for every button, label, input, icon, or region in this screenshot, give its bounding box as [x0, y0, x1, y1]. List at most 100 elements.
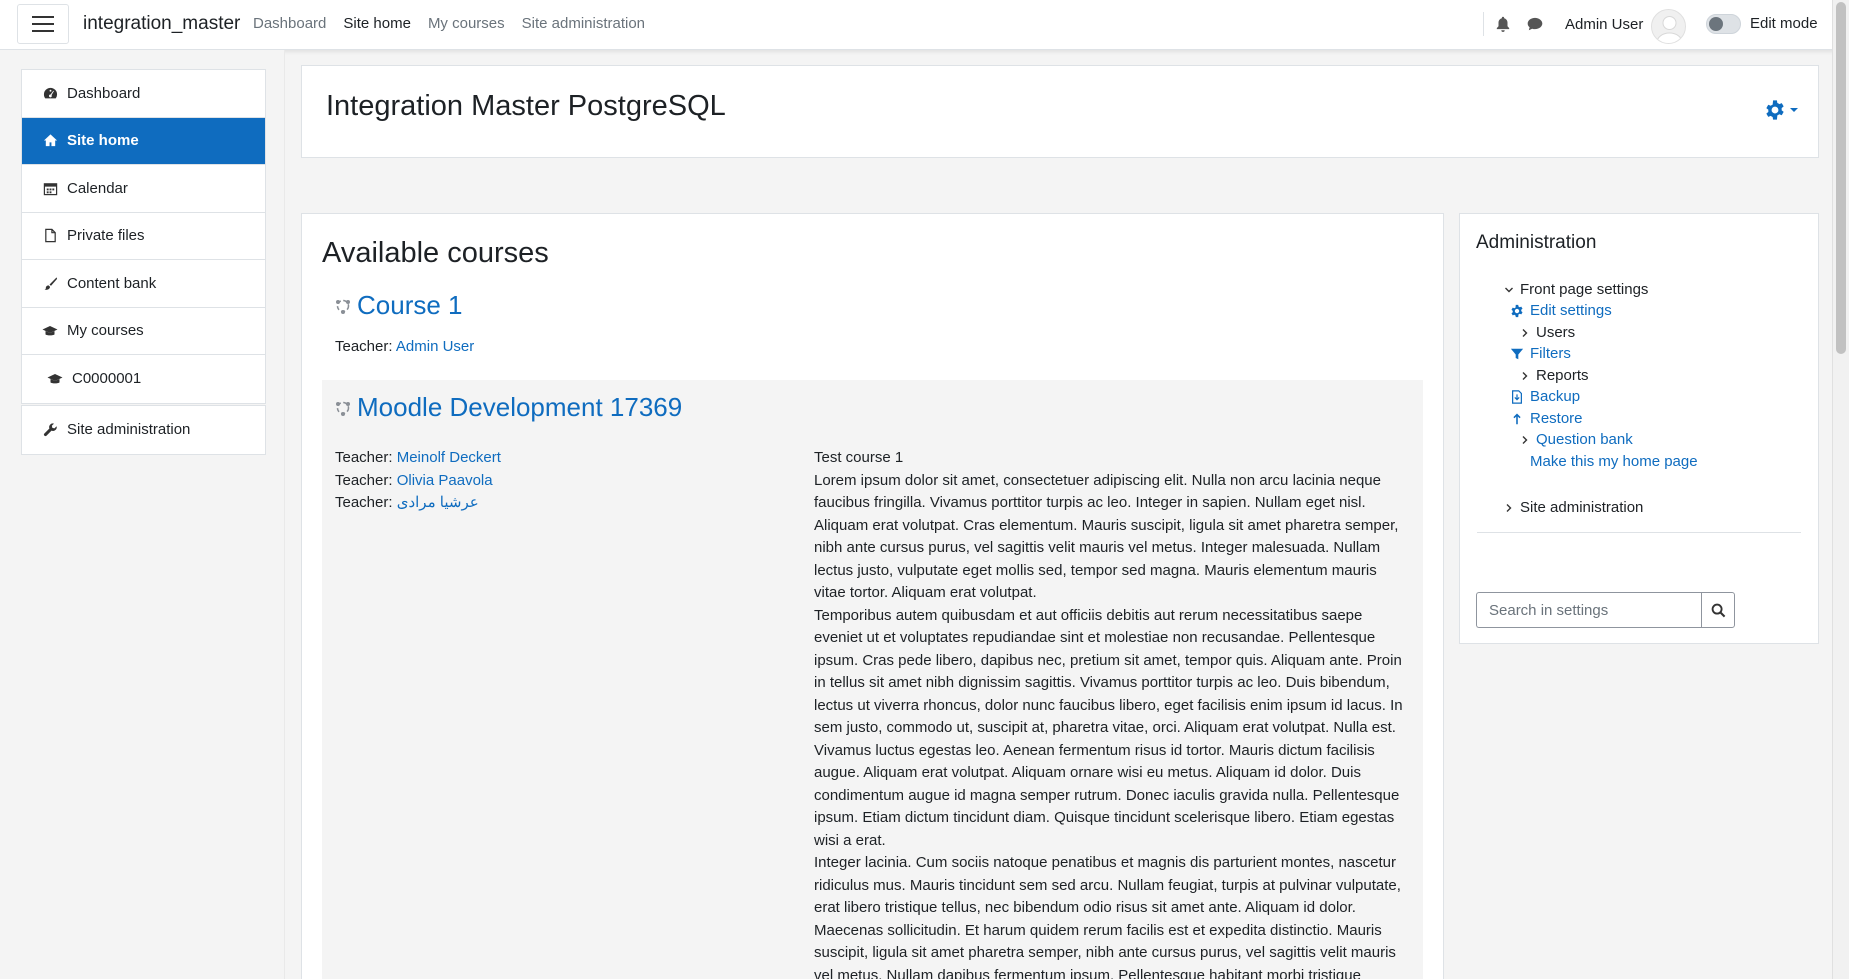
nav-dashboard[interactable]: Dashboard	[253, 15, 326, 32]
file-icon	[42, 228, 58, 244]
settings-search-button[interactable]	[1701, 592, 1735, 628]
restore-icon	[1513, 413, 1521, 424]
caret-down-icon	[1790, 108, 1798, 112]
page-header: Integration Master PostgreSQL	[301, 65, 1819, 158]
teacher-link[interactable]: Meinolf Deckert	[397, 449, 501, 466]
drawer-item-label: Site home	[67, 132, 139, 150]
page-scrollbar[interactable]	[1832, 0, 1849, 979]
home-icon	[42, 133, 58, 149]
drawer-item-dashboard[interactable]: Dashboard	[22, 70, 265, 118]
drawer-item-calendar[interactable]: Calendar	[22, 165, 265, 213]
search-icon	[1711, 603, 1725, 617]
top-navbar: integration_master Dashboard Site home M…	[0, 0, 1849, 50]
navbar-divider	[1483, 12, 1484, 36]
tree-item-label: Backup	[1530, 388, 1581, 405]
nav-site-home[interactable]: Site home	[343, 15, 411, 32]
drawer-item-label: Site administration	[67, 421, 191, 439]
page-settings-menu[interactable]	[1764, 99, 1798, 121]
available-courses-section: Available courses Course 1 Teacher: Admi…	[301, 213, 1444, 979]
hamburger-menu-button[interactable]	[17, 4, 69, 44]
avatar-silhouette-icon	[1655, 16, 1684, 43]
settings-search	[1476, 592, 1735, 628]
tree-item-site-administration[interactable]: Site administration	[1504, 499, 1643, 516]
notification-bell-icon[interactable]	[1494, 15, 1512, 33]
course-box: Moodle Development 17369 Teacher: Meinol…	[322, 380, 1423, 979]
tree-item-filters[interactable]: Filters	[1510, 345, 1571, 362]
nav-my-courses[interactable]: My courses	[428, 15, 505, 32]
summary-paragraph: Integer lacinia. Cum sociis natoque pena…	[814, 854, 1401, 979]
teacher-line: Teacher: عرشیا مرادی	[335, 492, 501, 515]
user-name[interactable]: Admin User	[1565, 16, 1643, 33]
backup-icon	[1512, 389, 1522, 404]
tree-item-question-bank[interactable]: Question bank	[1520, 431, 1633, 448]
scrollbar-thumb[interactable]	[1836, 2, 1846, 354]
chevron-down-icon	[1505, 287, 1513, 292]
drawer-item-site-administration[interactable]: Site administration	[22, 406, 265, 454]
teacher-label: Teacher:	[335, 494, 393, 511]
teacher-label: Teacher:	[335, 449, 393, 466]
tree-item-front-page-settings[interactable]: Front page settings	[1504, 281, 1648, 298]
tree-item-label: Restore	[1530, 410, 1583, 427]
drawer-item-my-courses[interactable]: My courses	[22, 308, 265, 355]
tree-item-label: Reports	[1536, 367, 1589, 384]
tree-item-label: Users	[1536, 324, 1576, 341]
chevron-right-icon	[1506, 503, 1512, 512]
summary-paragraph: Lorem ipsum dolor sit amet, consectetuer…	[814, 471, 1399, 602]
admin-divider	[1477, 532, 1801, 533]
user-avatar[interactable]	[1651, 9, 1686, 44]
gear-icon	[1766, 100, 1784, 120]
tree-item-label: Filters	[1530, 345, 1571, 362]
edit-mode-toggle[interactable]	[1706, 14, 1741, 34]
course-link[interactable]: Moodle Development 17369	[357, 392, 682, 423]
filter-icon	[1510, 348, 1524, 359]
drawer-item-course-c0000001[interactable]: C0000001	[22, 355, 265, 403]
course-icon	[336, 299, 350, 314]
wrench-icon	[42, 422, 58, 438]
course-title-row: Course 1	[322, 290, 1423, 321]
administration-block-title: Administration	[1476, 232, 1597, 253]
navigation-drawer: Dashboard Site home Calendar Private fil…	[0, 50, 285, 979]
teacher-line: Teacher: Olivia Paavola	[335, 470, 501, 493]
drawer-item-site-home[interactable]: Site home	[22, 117, 265, 165]
drawer-nav-list: Dashboard Site home Calendar Private fil…	[21, 69, 266, 404]
drawer-item-content-bank[interactable]: Content bank	[22, 260, 265, 308]
page-title: Integration Master PostgreSQL	[326, 90, 726, 122]
teacher-label: Teacher:	[335, 338, 393, 355]
messages-icon[interactable]	[1526, 15, 1544, 33]
tree-item-users[interactable]: Users	[1520, 324, 1575, 341]
teacher-link[interactable]: Olivia Paavola	[397, 472, 493, 489]
available-courses-heading: Available courses	[322, 237, 549, 269]
graduation-cap-icon	[42, 323, 58, 339]
tree-item-label: Make this my home page	[1530, 453, 1698, 470]
course-summary: Test course 1 Lorem ipsum dolor sit amet…	[814, 447, 1406, 979]
drawer-item-private-files[interactable]: Private files	[22, 213, 265, 260]
gear-icon	[1511, 304, 1523, 317]
nav-site-administration[interactable]: Site administration	[522, 15, 645, 32]
tree-item-restore[interactable]: Restore	[1510, 410, 1583, 427]
edit-mode-label[interactable]: Edit mode	[1750, 15, 1818, 32]
dashboard-icon	[42, 85, 58, 101]
course-title-row: Moodle Development 17369	[322, 392, 1423, 423]
chevron-right-icon	[1522, 371, 1528, 380]
teacher-link[interactable]: عرشیا مرادی	[397, 494, 479, 511]
tree-item-edit-settings[interactable]: Edit settings	[1510, 302, 1612, 319]
site-name[interactable]: integration_master	[83, 13, 240, 35]
course-link[interactable]: Course 1	[357, 290, 463, 321]
drawer-admin-list: Site administration	[21, 405, 266, 455]
primary-navigation: Dashboard Site home My courses Site admi…	[253, 15, 645, 32]
tree-item-make-home-page[interactable]: Make this my home page	[1530, 453, 1698, 470]
teacher-label: Teacher:	[335, 471, 393, 489]
chevron-right-icon	[1522, 435, 1528, 444]
drawer-item-label: C0000001	[72, 370, 142, 388]
settings-search-input[interactable]	[1476, 592, 1701, 628]
drawer-item-label: Dashboard	[67, 84, 141, 102]
course-teachers: Teacher: Meinolf Deckert Teacher: Olivia…	[335, 447, 501, 515]
tree-item-reports[interactable]: Reports	[1520, 367, 1589, 384]
summary-title: Test course 1	[814, 449, 904, 466]
tree-item-label: Edit settings	[1530, 302, 1612, 319]
summary-paragraph: Temporibus autem quibusdam et aut offici…	[814, 606, 1403, 849]
drawer-item-label: Calendar	[67, 179, 128, 197]
teacher-link[interactable]: Admin User	[396, 338, 474, 355]
tree-item-backup[interactable]: Backup	[1510, 388, 1580, 405]
administration-block: Administration Front page settings Edit …	[1459, 213, 1819, 644]
